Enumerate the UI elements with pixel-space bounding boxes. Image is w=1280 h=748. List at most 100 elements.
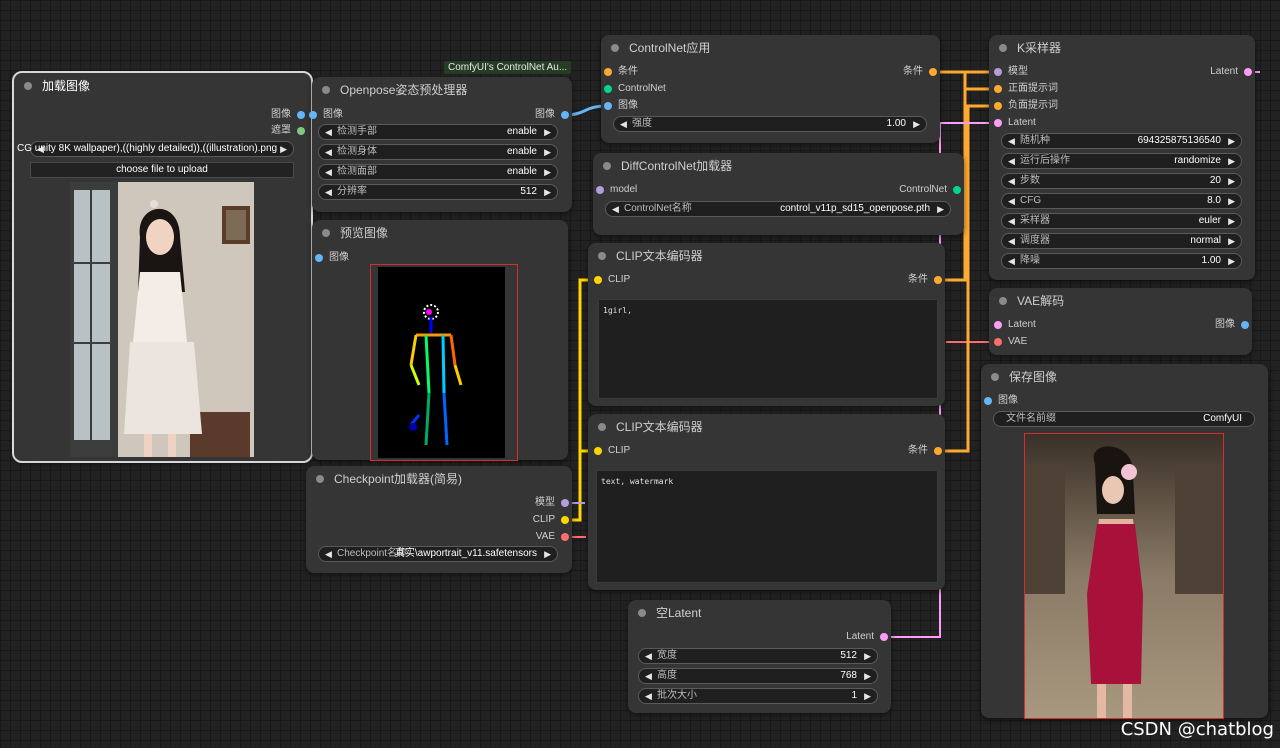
input-conditioning[interactable]: 条件: [604, 64, 704, 80]
node-title[interactable]: K采样器: [989, 35, 1255, 61]
collapse-dot[interactable]: [598, 423, 606, 431]
widget-resolution[interactable]: ◀ 分辨率 512 ▶: [318, 184, 558, 200]
arrow-left-icon[interactable]: ◀: [1008, 194, 1015, 208]
socket-clip[interactable]: [561, 516, 569, 524]
socket-conditioning[interactable]: [994, 85, 1002, 93]
socket-image[interactable]: [1241, 321, 1249, 329]
socket-image[interactable]: [297, 111, 305, 119]
output-conditioning[interactable]: 条件: [842, 443, 942, 459]
collapse-dot[interactable]: [316, 475, 324, 483]
node-preview-image[interactable]: 预览图像 图像: [312, 220, 568, 461]
input-positive[interactable]: 正面提示词: [994, 81, 1094, 97]
node-controlnet-apply[interactable]: ControlNet应用 条件 ControlNet 图像 条件 ◀ 强度 1.…: [601, 35, 940, 143]
socket-vae[interactable]: [994, 338, 1002, 346]
widget-height[interactable]: ◀ 高度 768 ▶: [638, 668, 878, 684]
collapse-dot[interactable]: [991, 373, 999, 381]
widget-seed[interactable]: ◀ 随机种 694325875136540 ▶: [1001, 133, 1242, 149]
input-vae[interactable]: VAE: [994, 334, 1094, 350]
arrow-left-icon[interactable]: ◀: [612, 202, 619, 216]
socket-image[interactable]: [984, 397, 992, 405]
output-image[interactable]: 图像: [205, 107, 305, 123]
widget-detect-body[interactable]: ◀ 检测身体 enable ▶: [318, 144, 558, 160]
arrow-right-icon[interactable]: ▶: [1228, 154, 1235, 168]
output-image[interactable]: 图像: [1149, 317, 1249, 333]
collapse-dot[interactable]: [603, 162, 611, 170]
socket-latent[interactable]: [994, 119, 1002, 127]
socket-mask[interactable]: [297, 127, 305, 135]
node-title[interactable]: DiffControlNet加载器: [593, 153, 964, 179]
widget-strength[interactable]: ◀ 强度 1.00 ▶: [613, 116, 927, 132]
collapse-dot[interactable]: [598, 252, 606, 260]
arrow-right-icon[interactable]: ▶: [280, 142, 287, 156]
widget-sampler[interactable]: ◀ 采样器 euler ▶: [1001, 213, 1242, 229]
node-title[interactable]: CLIP文本编码器: [588, 414, 945, 440]
upload-button[interactable]: choose file to upload: [30, 162, 294, 178]
arrow-right-icon[interactable]: ▶: [1228, 134, 1235, 148]
node-vae-decode[interactable]: VAE解码 Latent VAE 图像: [989, 288, 1252, 355]
socket-model[interactable]: [561, 499, 569, 507]
socket-conditioning[interactable]: [929, 68, 937, 76]
output-conditioning[interactable]: 条件: [842, 272, 942, 288]
node-title[interactable]: 保存图像: [981, 364, 1268, 390]
arrow-right-icon[interactable]: ▶: [913, 117, 920, 131]
widget-controlnet-name[interactable]: ◀ ControlNet名称 control_v11p_sd15_openpos…: [605, 201, 951, 217]
input-latent[interactable]: Latent: [994, 317, 1094, 333]
widget-width[interactable]: ◀ 宽度 512 ▶: [638, 648, 878, 664]
arrow-left-icon[interactable]: ◀: [325, 547, 332, 561]
arrow-right-icon[interactable]: ▶: [864, 649, 871, 663]
widget-detect-hand[interactable]: ◀ 检测手部 enable ▶: [318, 124, 558, 140]
socket-image[interactable]: [309, 111, 317, 119]
arrow-right-icon[interactable]: ▶: [864, 669, 871, 683]
collapse-dot[interactable]: [611, 44, 619, 52]
node-title[interactable]: CLIP文本编码器: [588, 243, 945, 269]
output-controlnet[interactable]: ControlNet: [861, 182, 961, 198]
node-title[interactable]: Checkpoint加载器(简易): [306, 466, 572, 492]
node-clip-text-encode-negative[interactable]: CLIP文本编码器 CLIP 条件 text, watermark: [588, 414, 945, 590]
widget-cfg[interactable]: ◀ CFG 8.0 ▶: [1001, 193, 1242, 209]
socket-latent[interactable]: [994, 321, 1002, 329]
arrow-left-icon[interactable]: ◀: [645, 649, 652, 663]
input-image[interactable]: 图像: [309, 107, 409, 123]
widget-ckpt-name[interactable]: ◀ Checkpoint名称 真实\awportrait_v11.safeten…: [318, 546, 558, 562]
input-clip[interactable]: CLIP: [594, 443, 694, 459]
input-model[interactable]: 模型: [994, 64, 1094, 80]
socket-controlnet[interactable]: [604, 85, 612, 93]
socket-clip[interactable]: [594, 276, 602, 284]
arrow-left-icon[interactable]: ◀: [1008, 234, 1015, 248]
socket-conditioning[interactable]: [604, 68, 612, 76]
socket-controlnet[interactable]: [953, 186, 961, 194]
arrow-right-icon[interactable]: ▶: [937, 202, 944, 216]
input-model[interactable]: model: [596, 182, 696, 198]
collapse-dot[interactable]: [999, 297, 1007, 305]
arrow-left-icon[interactable]: ◀: [620, 117, 627, 131]
arrow-right-icon[interactable]: ▶: [864, 689, 871, 703]
node-title[interactable]: ControlNet应用: [601, 35, 940, 61]
arrow-left-icon[interactable]: ◀: [1008, 174, 1015, 188]
widget-detect-face[interactable]: ◀ 检测面部 enable ▶: [318, 164, 558, 180]
node-diff-controlnet-loader[interactable]: DiffControlNet加载器 model ControlNet ◀ Con…: [593, 153, 964, 235]
output-model[interactable]: 模型: [469, 495, 569, 511]
widget-control-after-generate[interactable]: ◀ 运行后操作 randomize ▶: [1001, 153, 1242, 169]
socket-model[interactable]: [596, 186, 604, 194]
widget-batch-size[interactable]: ◀ 批次大小 1 ▶: [638, 688, 878, 704]
node-ksampler[interactable]: K采样器 模型 正面提示词 负面提示词 Latent Latent ◀ 随机种 …: [989, 35, 1255, 280]
arrow-left-icon[interactable]: ◀: [325, 185, 332, 199]
collapse-dot[interactable]: [638, 609, 646, 617]
collapse-dot[interactable]: [999, 44, 1007, 52]
widget-scheduler[interactable]: ◀ 调度器 normal ▶: [1001, 233, 1242, 249]
input-controlnet[interactable]: ControlNet: [604, 81, 704, 97]
widget-steps[interactable]: ◀ 步数 20 ▶: [1001, 173, 1242, 189]
output-vae[interactable]: VAE: [469, 529, 569, 545]
prompt-textarea[interactable]: 1girl,: [598, 299, 938, 399]
widget-denoise[interactable]: ◀ 降噪 1.00 ▶: [1001, 253, 1242, 269]
arrow-left-icon[interactable]: ◀: [1008, 254, 1015, 268]
arrow-right-icon[interactable]: ▶: [544, 125, 551, 139]
node-openpose[interactable]: Openpose姿态预处理器 图像 图像 ◀ 检测手部 enable ▶ ◀ 检…: [309, 77, 572, 212]
arrow-left-icon[interactable]: ◀: [1008, 154, 1015, 168]
output-latent[interactable]: Latent: [788, 629, 888, 645]
socket-image[interactable]: [604, 102, 612, 110]
socket-image[interactable]: [561, 111, 569, 119]
socket-image[interactable]: [315, 254, 323, 262]
arrow-right-icon[interactable]: ▶: [1228, 194, 1235, 208]
node-title[interactable]: 预览图像: [312, 220, 568, 246]
